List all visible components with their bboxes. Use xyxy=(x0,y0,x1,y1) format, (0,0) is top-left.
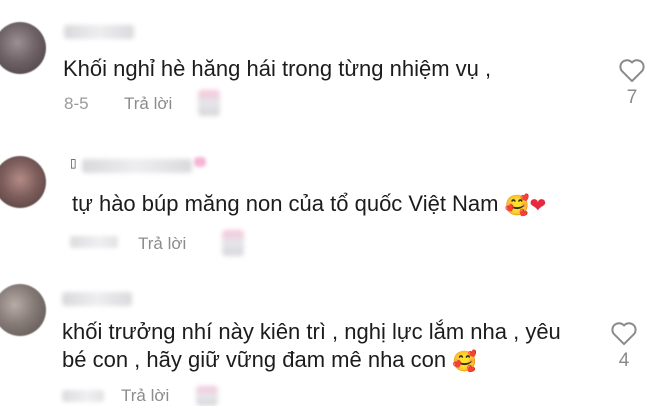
like-count: 7 xyxy=(626,87,638,108)
comment-date-redacted xyxy=(62,390,104,402)
comment-2: ▯ tự hào búp măng non của tổ quốc Việt N… xyxy=(0,130,650,260)
heart-outline-icon[interactable] xyxy=(610,320,638,346)
comment-text: Khối nghỉ hè hăng hái trong từng nhiệm v… xyxy=(63,56,492,81)
like-control: 7 xyxy=(617,57,647,109)
avatar[interactable] xyxy=(0,22,46,74)
redacted-detail xyxy=(198,90,220,116)
username-decoration: ▯ xyxy=(70,156,77,170)
redacted-detail xyxy=(196,386,218,406)
comment-text: tự hào búp măng non của tổ quốc Việt Nam… xyxy=(72,188,546,221)
redacted-detail xyxy=(222,230,244,256)
comment-text-body: bé con , hãy giữ vững đam mê nha con xyxy=(62,347,447,372)
reply-button[interactable]: Trả lời xyxy=(121,386,169,406)
heart-outline-icon[interactable] xyxy=(618,57,646,83)
comment-date-redacted xyxy=(70,236,118,248)
smiling-face-with-hearts-emoji: 🥰 xyxy=(452,349,478,373)
smiling-face-with-hearts-emoji: 🥰 xyxy=(504,193,530,217)
reply-button[interactable]: Trả lời xyxy=(124,94,172,114)
username-redacted[interactable] xyxy=(82,159,192,173)
comment-text-line-2: bé con , hãy giữ vững đam mê nha con 🥰 xyxy=(62,344,477,377)
reply-button[interactable]: Trả lời xyxy=(138,234,186,254)
comment-meta: 8-5 xyxy=(64,94,89,114)
username-redacted[interactable] xyxy=(62,292,132,306)
like-count: 4 xyxy=(618,350,630,371)
comment-date: 8-5 xyxy=(64,94,89,113)
username-redacted[interactable] xyxy=(64,25,134,39)
avatar[interactable] xyxy=(0,156,46,208)
username-badge xyxy=(194,157,206,167)
comment-1: Khối nghỉ hè hăng hái trong từng nhiệm v… xyxy=(0,0,650,130)
red-heart-emoji: ❤ xyxy=(529,193,547,217)
avatar[interactable] xyxy=(0,284,46,336)
comment-3: khối trưởng nhí này kiên trì , nghị lực … xyxy=(0,260,650,406)
comment-text-body: tự hào búp măng non của tổ quốc Việt Nam xyxy=(72,191,499,216)
like-control: 4 xyxy=(609,320,639,372)
